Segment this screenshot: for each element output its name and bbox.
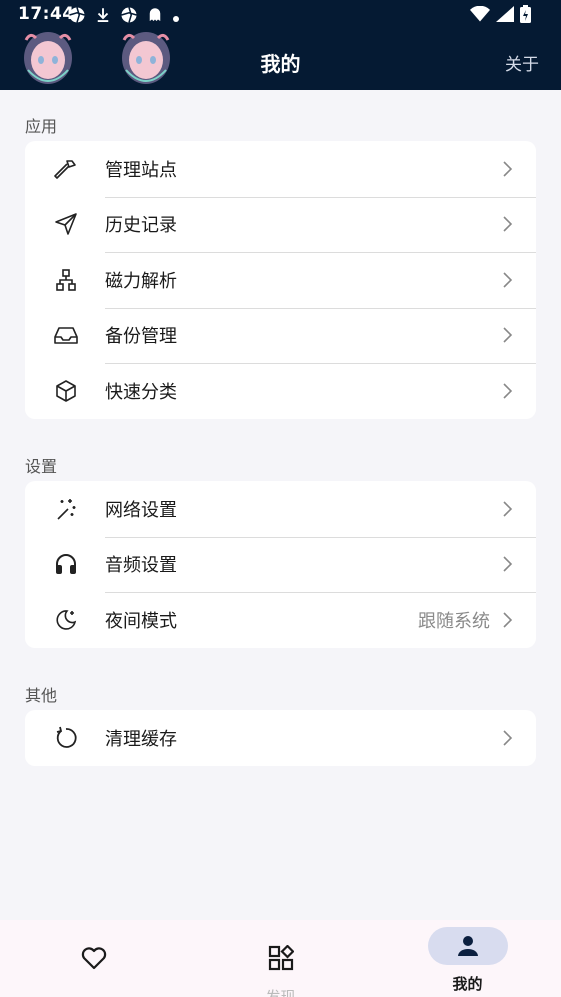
- chevron-right-icon: [500, 326, 514, 344]
- status-time: 17:44: [18, 4, 75, 24]
- menu-item-label: 磁力解析: [105, 270, 177, 292]
- nav-tab-discover[interactable]: 发现: [187, 920, 374, 997]
- menu-item-night-mode[interactable]: 夜间模式 跟随系统: [25, 592, 536, 648]
- chevron-right-icon: [500, 160, 514, 178]
- person-icon: [427, 927, 508, 965]
- nav-label: 我的: [452, 975, 483, 993]
- nav-label: 发现: [265, 988, 296, 997]
- chevron-right-icon: [500, 611, 514, 629]
- settings-card: 网络设置 音频设置 夜间模式 跟随系统: [25, 481, 536, 648]
- ghost-icon: [146, 6, 164, 28]
- section-label-apps: 应用: [25, 117, 58, 136]
- menu-item-label: 快速分类: [105, 381, 177, 403]
- aperture-icon: [120, 6, 138, 28]
- aperture-icon: [68, 6, 86, 28]
- chevron-right-icon: [500, 271, 514, 289]
- status-notification-icons: [68, 6, 180, 28]
- menu-item-label: 网络设置: [105, 499, 177, 521]
- sparkles-icon: [53, 496, 79, 522]
- battery-charging-icon: [520, 5, 531, 27]
- apps-card: 管理站点 历史记录 磁力解析 备份管理 快速分类: [25, 141, 536, 419]
- inbox-icon: [53, 322, 79, 348]
- section-label-settings: 设置: [25, 457, 58, 476]
- chevron-right-icon: [500, 555, 514, 573]
- chevron-right-icon: [500, 215, 514, 233]
- menu-item-label: 历史记录: [105, 215, 177, 237]
- download-icon: [94, 6, 112, 28]
- menu-item-label: 管理站点: [105, 159, 177, 181]
- bottom-navigation: 发现 我的: [0, 920, 561, 997]
- chevron-right-icon: [500, 500, 514, 518]
- heart-icon: [54, 939, 134, 977]
- menu-item-clear-cache[interactable]: 清理缓存: [25, 710, 536, 766]
- dot-icon: [172, 8, 180, 27]
- menu-item-quick-category[interactable]: 快速分类: [25, 363, 536, 419]
- apps-icon: [241, 939, 321, 977]
- wifi-icon: [470, 5, 490, 26]
- status-system-icons: [470, 5, 531, 27]
- refresh-icon: [53, 725, 79, 751]
- signal-icon: [496, 6, 514, 26]
- menu-item-label: 清理缓存: [105, 728, 177, 750]
- other-card: 清理缓存: [25, 710, 536, 766]
- menu-item-network-settings[interactable]: 网络设置: [25, 481, 536, 537]
- headphones-icon: [53, 551, 79, 577]
- page-title: 我的: [260, 52, 301, 76]
- menu-item-magnet-parse[interactable]: 磁力解析: [25, 252, 536, 308]
- moon-icon: [53, 607, 79, 633]
- menu-item-history[interactable]: 历史记录: [25, 196, 536, 253]
- app-header: 17:44 我的 关于: [0, 0, 561, 90]
- menu-item-backup[interactable]: 备份管理: [25, 307, 536, 364]
- night-mode-value: 跟随系统: [418, 610, 490, 632]
- nav-tab-mine[interactable]: 我的: [374, 920, 561, 997]
- send-icon: [53, 211, 79, 237]
- chevron-right-icon: [500, 729, 514, 747]
- section-label-other: 其他: [25, 686, 58, 705]
- about-button[interactable]: 关于: [505, 50, 539, 75]
- menu-item-label: 夜间模式: [105, 610, 177, 632]
- hammer-icon: [53, 156, 79, 182]
- cube-icon: [53, 378, 79, 404]
- menu-item-manage-sites[interactable]: 管理站点: [25, 141, 536, 197]
- chevron-right-icon: [500, 382, 514, 400]
- nav-tab-favorites[interactable]: [0, 920, 187, 997]
- menu-item-audio-settings[interactable]: 音频设置: [25, 536, 536, 593]
- status-bar: 17:44: [0, 0, 561, 30]
- sitemap-icon: [53, 267, 79, 293]
- menu-item-label: 备份管理: [105, 326, 177, 348]
- menu-item-label: 音频设置: [105, 555, 177, 577]
